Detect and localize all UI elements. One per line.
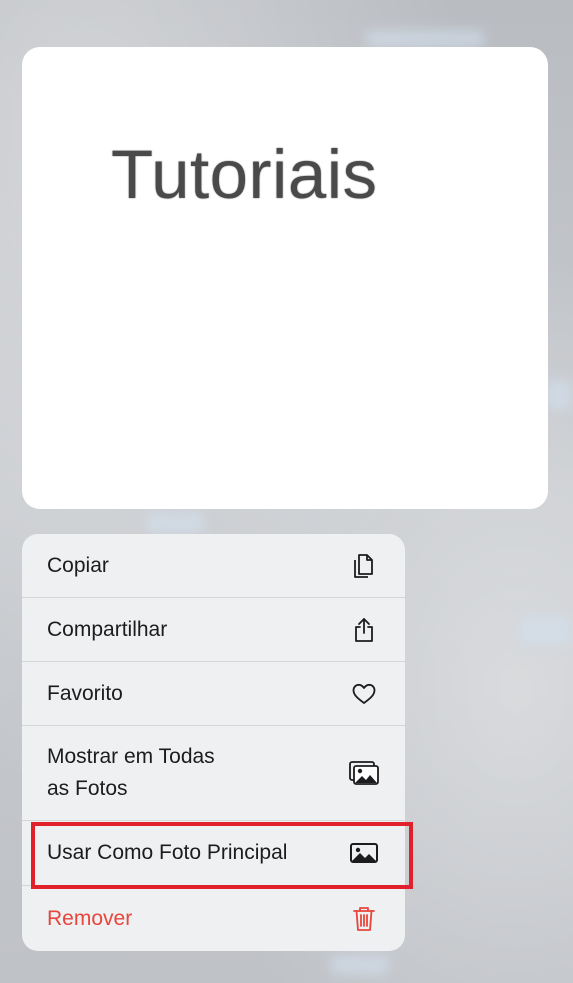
- menu-item-label-line: as Fotos: [47, 777, 128, 800]
- background-blur-shape: [365, 30, 485, 48]
- menu-item-label: Remover: [47, 906, 133, 930]
- background-blur-shape: [145, 512, 205, 534]
- share-icon: [345, 611, 383, 649]
- photo-icon: [345, 834, 383, 872]
- menu-item-use-as-key-photo[interactable]: Usar Como Foto Principal: [22, 821, 405, 886]
- menu-item-label: Favorito: [47, 681, 123, 705]
- menu-item-label-line: Mostrar em Todas: [47, 745, 215, 768]
- preview-image-text: Tutoriais: [111, 136, 378, 213]
- menu-item-label: Compartilhar: [47, 617, 168, 641]
- background-blur-shape: [545, 380, 573, 410]
- menu-item-label: Copiar: [47, 553, 109, 577]
- photo-stack-icon: [345, 754, 383, 792]
- menu-item-show-in-all-photos[interactable]: Mostrar em Todas as Fotos: [22, 726, 405, 821]
- menu-item-favorite[interactable]: Favorito: [22, 662, 405, 726]
- background-blur-shape: [330, 955, 390, 975]
- background-blur-shape: [518, 615, 573, 645]
- menu-item-share[interactable]: Compartilhar: [22, 598, 405, 662]
- heart-icon: [345, 675, 383, 713]
- menu-item-label: Mostrar em Todas as Fotos: [47, 741, 215, 805]
- context-menu: Copiar Compartilhar Favorito Mostrar em …: [22, 534, 405, 951]
- copy-icon: [345, 547, 383, 585]
- menu-item-remove[interactable]: Remover: [22, 886, 405, 951]
- trash-icon: [345, 900, 383, 938]
- photo-preview-card[interactable]: Tutoriais: [22, 47, 548, 509]
- menu-item-label: Usar Como Foto Principal: [47, 841, 288, 864]
- menu-item-copy[interactable]: Copiar: [22, 534, 405, 598]
